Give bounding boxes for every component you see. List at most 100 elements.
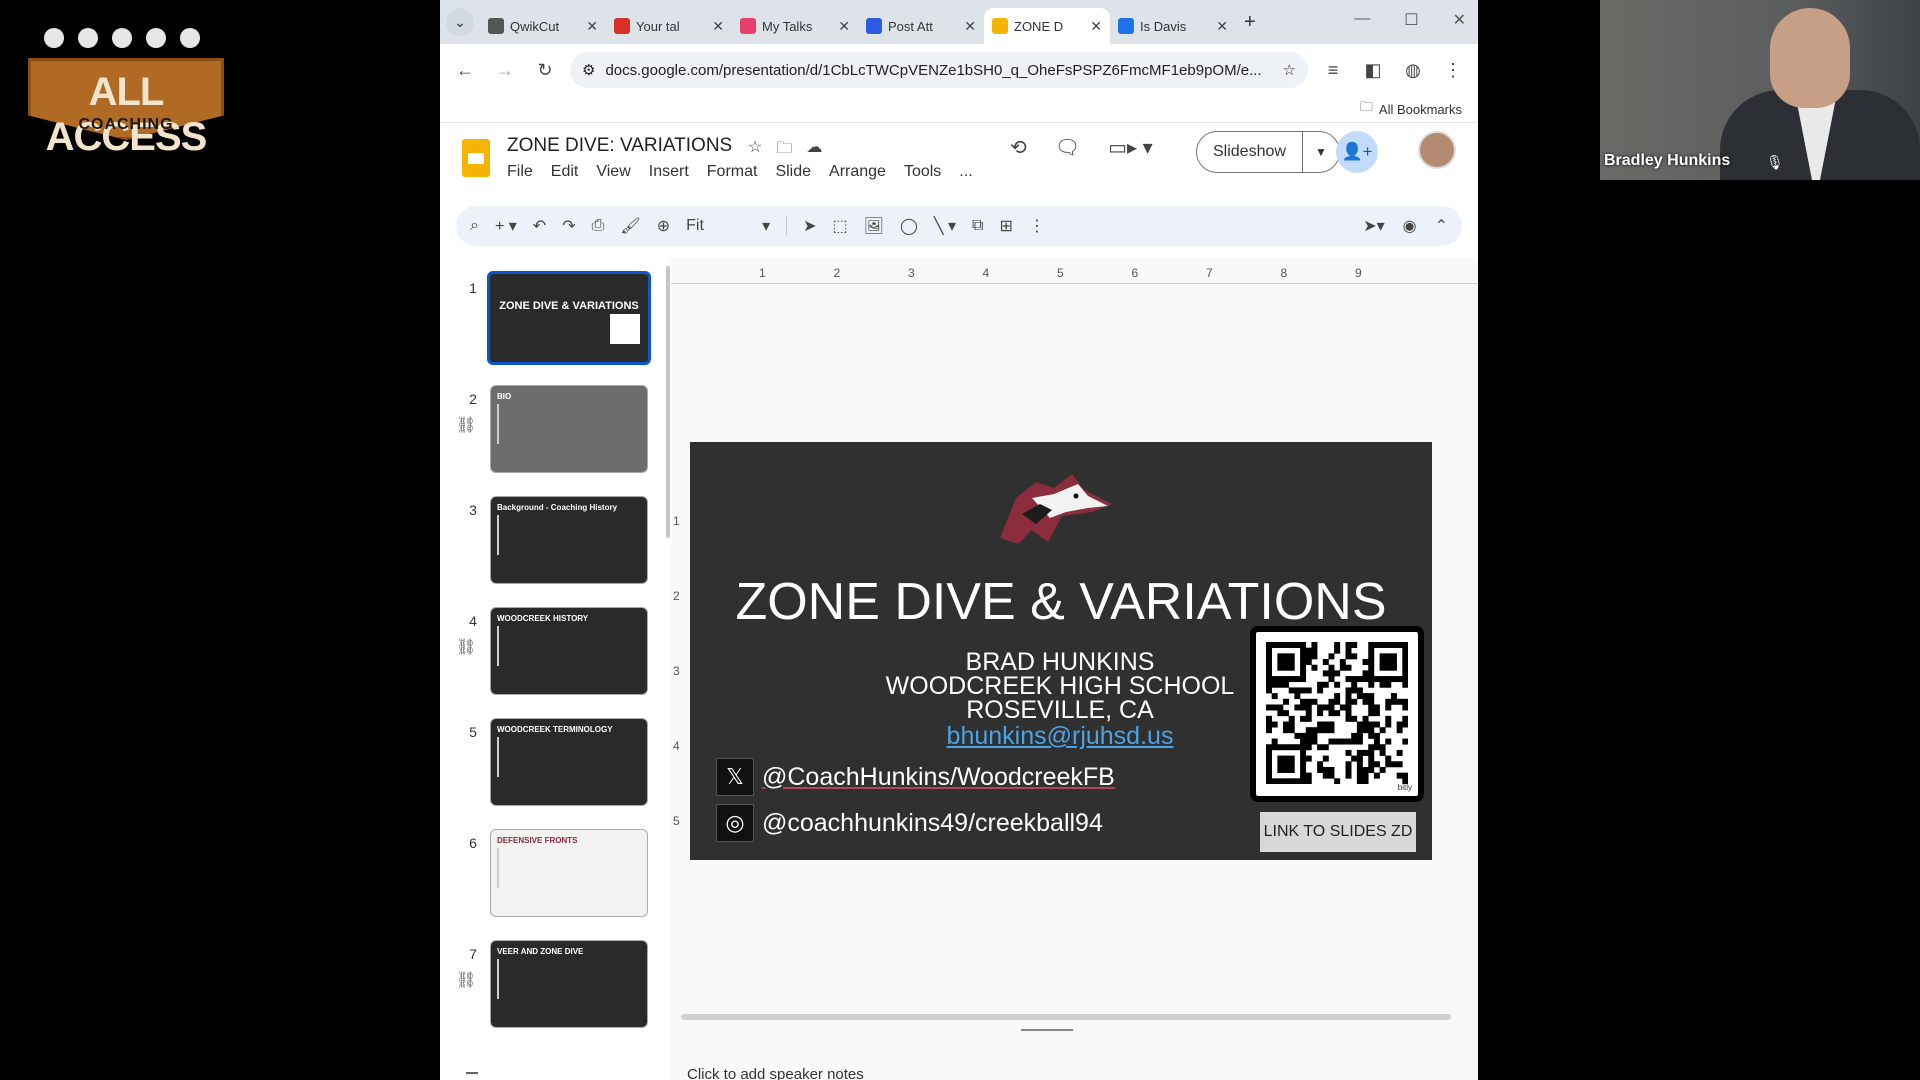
paint-format-icon[interactable]: 🖌 — [620, 216, 640, 236]
cloud-status-icon[interactable]: ☁ — [806, 137, 822, 164]
more-icon[interactable]: ⋮ — [1029, 216, 1045, 236]
tab-close-icon[interactable]: ✕ — [838, 18, 850, 35]
pointer-mode-icon[interactable]: ➤▾ — [1363, 216, 1384, 236]
slide-thumbnail-row[interactable]: 5 WOODCREEK TERMINOLOGY — [440, 710, 670, 810]
zoom-value[interactable]: Fit — [686, 217, 704, 235]
tab-close-icon[interactable]: ✕ — [1216, 18, 1228, 35]
slideshow-button[interactable]: Slideshow ▼ — [1196, 131, 1340, 173]
tab-close-icon[interactable]: ✕ — [586, 18, 598, 35]
presenter-info[interactable]: BRAD HUNKINS WOODCREEK HIGH SCHOOL ROSEV… — [860, 650, 1260, 723]
tab-close-icon[interactable]: ✕ — [964, 18, 976, 35]
side-panel-icon[interactable]: ◧ — [1358, 55, 1388, 85]
browser-tab[interactable]: Post Att ✕ — [858, 8, 984, 44]
menu-item[interactable]: Arrange — [829, 163, 886, 181]
close-window-icon[interactable]: ✕ — [1453, 10, 1466, 30]
shape-icon[interactable]: ◯ — [900, 216, 918, 236]
collapse-toolbar-icon[interactable]: ⌃ — [1435, 216, 1448, 236]
share-button[interactable]: 👤+ — [1336, 131, 1378, 173]
tab-close-icon[interactable]: ✕ — [1090, 18, 1102, 35]
canvas-horizontal-scrollbar[interactable] — [681, 1014, 1451, 1020]
minimize-icon[interactable]: — — [1354, 10, 1370, 30]
browser-menu-icon[interactable]: ⋮ — [1438, 55, 1468, 85]
menu-item[interactable]: File — [507, 163, 533, 181]
zoom-icon[interactable]: ⊕ — [657, 216, 670, 236]
linked-slide-icon[interactable]: ⛓ — [456, 637, 476, 657]
zoom-select[interactable]: Fit ▾ — [686, 216, 770, 236]
slide-title[interactable]: ZONE DIVE & VARIATIONS — [690, 572, 1432, 632]
instagram-handle-row[interactable]: ◎ @coachhunkins49/creekball94 — [716, 804, 1103, 842]
notes-resize-handle[interactable] — [1021, 1029, 1073, 1031]
star-icon[interactable]: ☆ — [748, 137, 762, 164]
browser-tab[interactable]: Is Davis ✕ — [1110, 8, 1236, 44]
menu-item[interactable]: View — [596, 163, 630, 181]
twitter-handle-row[interactable]: 𝕏 @CoachHunkins/WoodcreekFB — [716, 758, 1115, 796]
grid-view-icon[interactable] — [466, 1072, 478, 1078]
url-text[interactable]: docs.google.com/presentation/d/1CbLcTWCp… — [605, 62, 1272, 79]
move-folder-icon[interactable]: 🗀 — [776, 137, 792, 164]
slide-thumbnail[interactable]: Background - Coaching History — [490, 496, 648, 584]
comments-icon[interactable]: 🗨 — [1055, 135, 1080, 160]
search-menus-icon[interactable]: ⌕ — [470, 217, 479, 235]
slide-thumbnail-row[interactable]: 3 Background - Coaching History — [440, 488, 670, 588]
browser-tab[interactable]: Your tal ✕ — [606, 8, 732, 44]
forward-button[interactable]: → — [490, 55, 520, 85]
tab-search-icon[interactable]: ⌄ — [446, 8, 474, 36]
back-button[interactable]: ← — [450, 55, 480, 85]
reload-button[interactable]: ↻ — [530, 55, 560, 85]
account-avatar[interactable] — [1418, 131, 1456, 169]
maximize-icon[interactable]: ☐ — [1404, 10, 1418, 30]
slide-thumbnail[interactable]: DEFENSIVE FRONTS — [490, 829, 648, 917]
text-box-icon[interactable]: ⬚ — [833, 216, 848, 236]
document-title[interactable]: ZONE DIVE: VARIATIONS — [507, 135, 732, 157]
new-tab-button[interactable]: + — [1244, 11, 1256, 34]
image-icon[interactable]: 🖼 — [864, 216, 884, 236]
qr-code[interactable]: bitly — [1250, 626, 1424, 802]
site-info-icon[interactable]: ⚙ — [582, 61, 595, 79]
email-link[interactable]: bhunkins@rjuhsd.us — [860, 722, 1260, 751]
bookmark-star-icon[interactable]: ☆ — [1283, 61, 1296, 79]
record-icon[interactable]: ◉ — [1403, 216, 1417, 236]
print-icon[interactable]: ⎙ — [592, 217, 605, 235]
reading-list-icon[interactable]: ≡ — [1318, 55, 1348, 85]
select-tool-icon[interactable]: ➤ — [803, 216, 816, 236]
linked-slide-icon[interactable]: ⛓ — [456, 970, 476, 990]
current-slide[interactable]: ZONE DIVE & VARIATIONS BRAD HUNKINS WOOD… — [690, 442, 1432, 860]
slides-logo-icon[interactable] — [462, 139, 490, 177]
slide-thumbnail-row[interactable]: 7 ⛓ VEER AND ZONE DIVE — [440, 932, 670, 1032]
qr-link-label[interactable]: LINK TO SLIDES ZD — [1260, 812, 1416, 852]
browser-tab[interactable]: ZONE D ✕ — [984, 8, 1110, 44]
version-history-icon[interactable]: ⟲ — [1010, 135, 1027, 160]
linked-slide-icon[interactable]: ⛓ — [456, 415, 476, 435]
menu-item[interactable]: Edit — [551, 163, 579, 181]
slide-thumbnail-row[interactable]: 4 ⛓ WOODCREEK HISTORY — [440, 599, 670, 699]
slide-thumbnail-row[interactable]: 2 ⛓ BIO — [440, 377, 670, 477]
browser-tab[interactable]: QwikCut ✕ — [480, 8, 606, 44]
slide-thumbnail[interactable]: BIO — [490, 385, 648, 473]
menu-item[interactable]: Tools — [904, 163, 941, 181]
slide-thumbnail[interactable]: WOODCREEK TERMINOLOGY — [490, 718, 648, 806]
line-icon[interactable]: ╲ ▾ — [934, 216, 956, 236]
slideshow-label[interactable]: Slideshow — [1197, 132, 1303, 172]
meet-icon[interactable]: ▭▸ ▾ — [1108, 135, 1153, 160]
menu-item[interactable]: Slide — [775, 163, 811, 181]
tab-close-icon[interactable]: ✕ — [712, 18, 724, 35]
menu-item[interactable]: ... — [959, 163, 972, 181]
insert-placeholder-icon[interactable]: ⧉ — [972, 217, 983, 235]
new-slide-icon[interactable]: + ▾ — [495, 216, 517, 236]
comment-add-icon[interactable]: ⊞ — [999, 216, 1012, 236]
speaker-notes-input[interactable]: Click to add speaker notes — [687, 1066, 864, 1080]
all-bookmarks-link[interactable]: All Bookmarks — [1379, 102, 1462, 117]
browser-tab[interactable]: My Talks ✕ — [732, 8, 858, 44]
slide-thumbnail-row[interactable]: 1 ZONE DIVE & VARIATIONS — [440, 266, 670, 366]
menu-item[interactable]: Format — [707, 163, 758, 181]
profile-avatar[interactable]: ◍ — [1398, 55, 1428, 85]
slide-thumbnail-row[interactable]: 6 DEFENSIVE FRONTS — [440, 821, 670, 921]
slide-thumbnail[interactable]: WOODCREEK HISTORY — [490, 607, 648, 695]
slide-thumbnail[interactable]: ZONE DIVE & VARIATIONS — [487, 271, 651, 365]
slideshow-dropdown-icon[interactable]: ▼ — [1303, 145, 1339, 159]
undo-icon[interactable]: ↶ — [533, 216, 546, 236]
menu-item[interactable]: Insert — [649, 163, 689, 181]
address-bar[interactable]: ⚙ docs.google.com/presentation/d/1CbLcTW… — [570, 52, 1308, 88]
slide-thumbnail[interactable]: VEER AND ZONE DIVE — [490, 940, 648, 1028]
redo-icon[interactable]: ↷ — [562, 216, 575, 236]
